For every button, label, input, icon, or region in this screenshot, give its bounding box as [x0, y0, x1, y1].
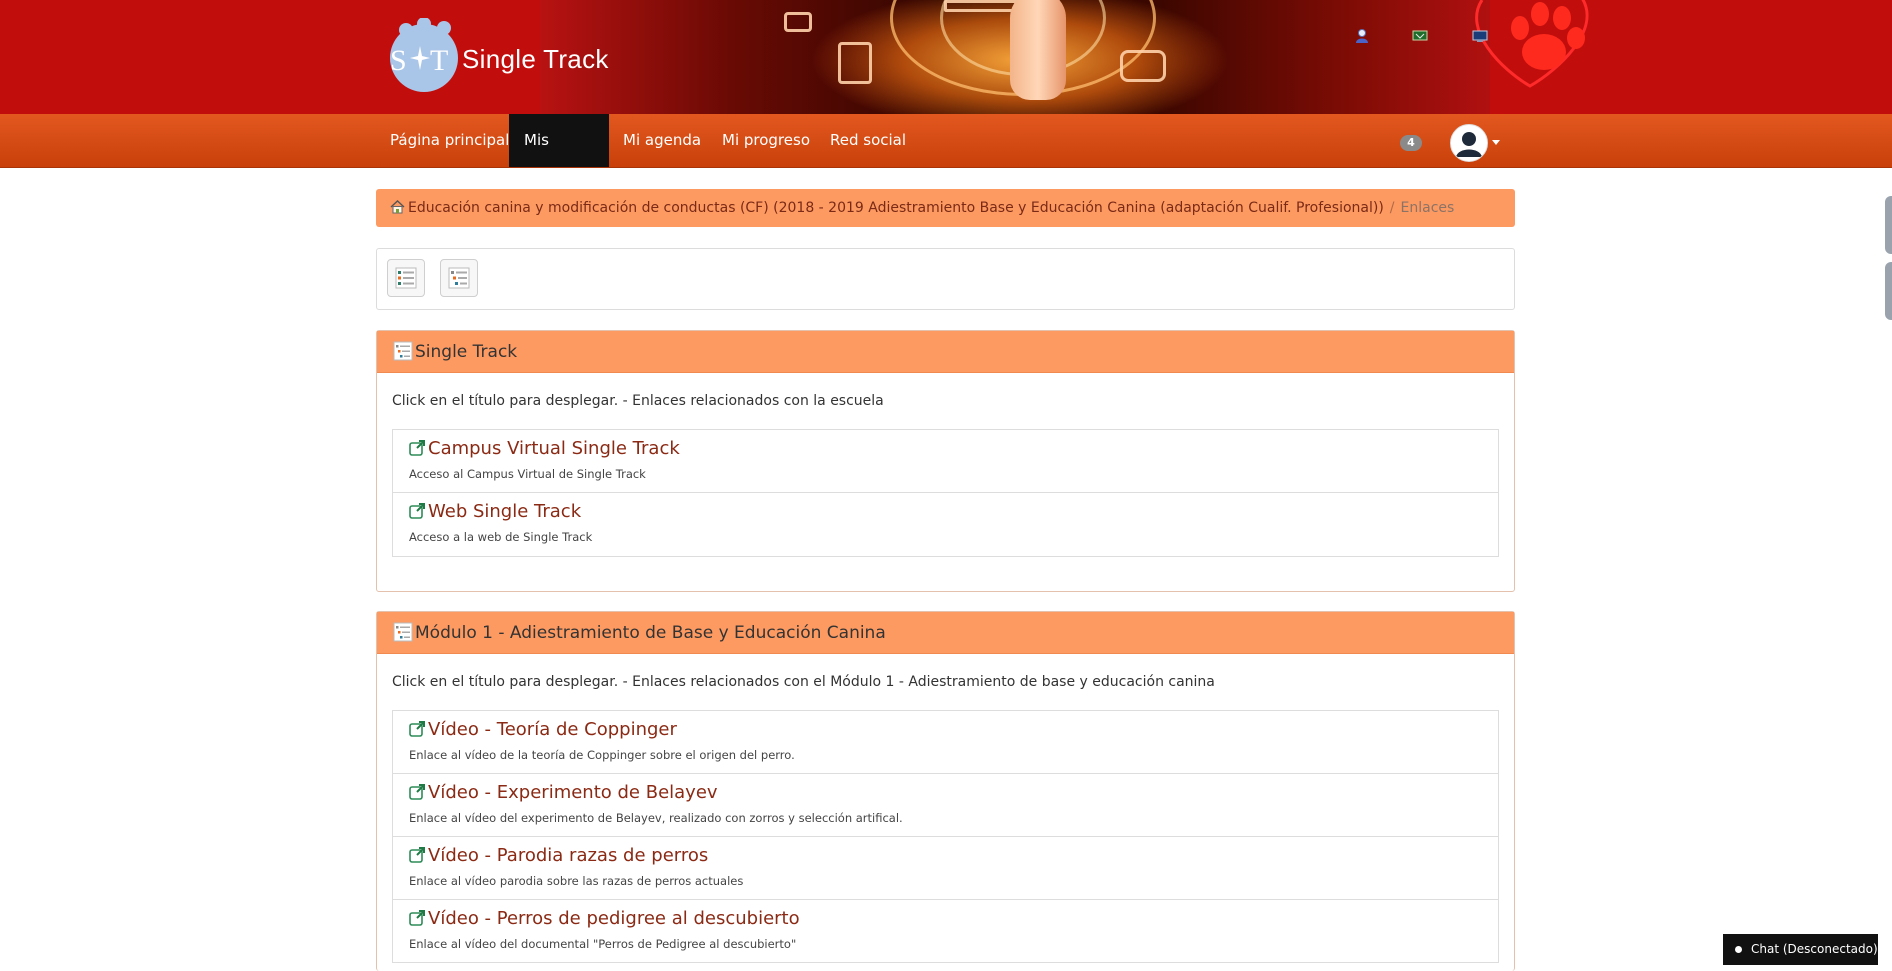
link-item: Vídeo - Teoría de Coppinger Enlace al ví…	[393, 711, 1498, 774]
link-title-text[interactable]: Web Single Track	[428, 501, 581, 522]
category-icon	[393, 622, 413, 642]
svg-text:T: T	[430, 44, 448, 77]
category-panel-modulo-1: Módulo 1 - Adiestramiento de Base y Educ…	[376, 611, 1515, 971]
category-description: Click en el título para desplegar. - Enl…	[392, 393, 884, 409]
list-icon	[395, 267, 417, 289]
svg-text:S: S	[390, 44, 407, 77]
link-title[interactable]: Vídeo - Perros de pedigree al descubiert…	[409, 908, 800, 929]
link-title-text[interactable]: Vídeo - Experimento de Belayev	[428, 782, 718, 803]
link-description: Enlace al vídeo del documental "Perros d…	[409, 937, 797, 951]
link-title[interactable]: Campus Virtual Single Track	[409, 438, 680, 459]
breadcrumb-current: Enlaces	[1400, 200, 1455, 216]
avatar-silhouette-icon	[1452, 126, 1486, 160]
breadcrumb-course-link[interactable]: Educación canina y modificación de condu…	[408, 200, 1384, 216]
external-link-icon	[409, 847, 425, 863]
chat-widget[interactable]: Chat (Desconectado)	[1723, 934, 1878, 965]
nav-agenda[interactable]: Mi agenda	[608, 114, 716, 167]
link-title[interactable]: Vídeo - Teoría de Coppinger	[409, 719, 677, 740]
add-category-button[interactable]	[440, 259, 478, 297]
link-title[interactable]: Vídeo - Experimento de Belayev	[409, 782, 718, 803]
chat-status-dot-icon	[1735, 946, 1742, 953]
user-avatar[interactable]	[1450, 124, 1488, 162]
nav-home[interactable]: Página principal	[375, 114, 524, 167]
link-title-text[interactable]: Vídeo - Teoría de Coppinger	[428, 719, 677, 740]
notifications-badge[interactable]: 4	[1400, 135, 1422, 151]
link-title-text[interactable]: Vídeo - Parodia razas de perros	[428, 845, 708, 866]
link-list: Campus Virtual Single Track Acceso al Ca…	[392, 429, 1499, 557]
user-profile-icon[interactable]	[1354, 28, 1370, 44]
header-banner: S T Single Track	[0, 0, 1892, 114]
logo-text: Single Track	[462, 44, 609, 74]
user-menu-caret-icon[interactable]	[1492, 140, 1500, 145]
monitor-icon[interactable]	[1472, 28, 1488, 44]
add-link-button[interactable]	[387, 259, 425, 297]
external-link-icon	[409, 910, 425, 926]
chat-label: Chat (Desconectado)	[1751, 942, 1878, 956]
link-item: Campus Virtual Single Track Acceso al Ca…	[393, 430, 1498, 493]
external-link-icon	[409, 440, 425, 456]
links-toolbar	[376, 248, 1515, 310]
link-item: Vídeo - Perros de pedigree al descubiert…	[393, 900, 1498, 963]
nav-my-courses[interactable]: Mis cursos	[509, 114, 609, 202]
link-description: Acceso a la web de Single Track	[409, 530, 593, 544]
classroom-icon[interactable]	[1412, 28, 1428, 44]
category-description: Click en el título para desplegar. - Enl…	[392, 674, 1215, 690]
link-title[interactable]: Web Single Track	[409, 501, 581, 522]
side-tab-handle[interactable]	[1885, 262, 1892, 320]
external-link-icon	[409, 503, 425, 519]
external-link-icon	[409, 721, 425, 737]
link-description: Enlace al vídeo de la teoría de Coppinge…	[409, 748, 795, 762]
category-title: Single Track	[415, 342, 518, 362]
category-list-icon	[448, 267, 470, 289]
breadcrumb-separator: /	[1389, 200, 1395, 216]
category-icon	[393, 341, 413, 361]
category-heading[interactable]: Módulo 1 - Adiestramiento de Base y Educ…	[377, 612, 1514, 654]
external-link-icon	[409, 784, 425, 800]
category-panel-single-track: Single Track Click en el título para des…	[376, 330, 1515, 592]
link-description: Enlace al vídeo parodia sobre las razas …	[409, 874, 744, 888]
link-item: Vídeo - Parodia razas de perros Enlace a…	[393, 837, 1498, 900]
nav-progress[interactable]: Mi progreso	[707, 114, 825, 167]
breadcrumb: Educación canina y modificación de condu…	[376, 189, 1515, 227]
link-description: Acceso al Campus Virtual de Single Track	[409, 467, 646, 481]
link-description: Enlace al vídeo del experimento de Belay…	[409, 811, 903, 825]
paw-heart-icon	[1475, 0, 1589, 88]
nav-social-network[interactable]: Red social	[815, 114, 921, 167]
link-title-text[interactable]: Campus Virtual Single Track	[428, 438, 680, 459]
main-navbar: Página principal Mis cursos Mi agenda Mi…	[0, 114, 1892, 202]
link-item: Web Single Track Acceso a la web de Sing…	[393, 493, 1498, 556]
side-tab-handle[interactable]	[1885, 196, 1892, 254]
category-heading[interactable]: Single Track	[377, 331, 1514, 373]
link-title[interactable]: Vídeo - Parodia razas de perros	[409, 845, 708, 866]
link-item: Vídeo - Experimento de Belayev Enlace al…	[393, 774, 1498, 837]
home-icon[interactable]	[390, 200, 405, 214]
link-title-text[interactable]: Vídeo - Perros de pedigree al descubiert…	[428, 908, 800, 929]
link-list: Vídeo - Teoría de Coppinger Enlace al ví…	[392, 710, 1499, 963]
category-title: Módulo 1 - Adiestramiento de Base y Educ…	[415, 623, 886, 643]
banner-artwork	[540, 0, 1490, 114]
